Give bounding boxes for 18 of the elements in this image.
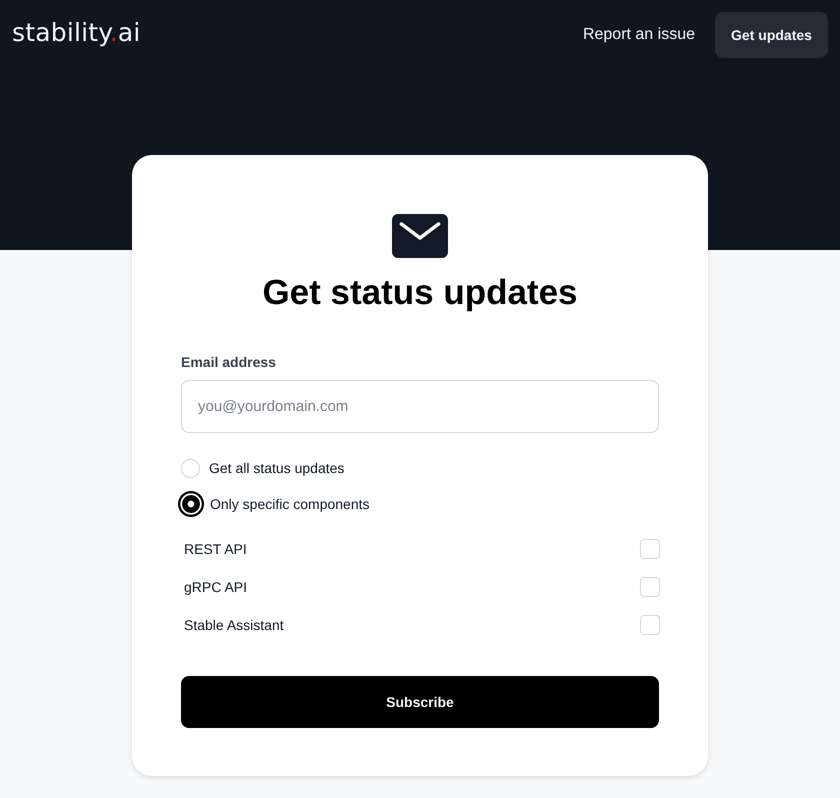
checkbox[interactable] [640,615,660,635]
radio-label: Get all status updates [209,459,344,478]
logo[interactable]: stability.ai [12,17,141,49]
component-label: Stable Assistant [184,616,284,635]
subscribe-button[interactable]: Subscribe [181,676,659,728]
component-label: REST API [184,540,247,559]
email-field[interactable]: you@yourdomain.com [181,380,659,433]
email-label: Email address [181,353,277,372]
component-label: gRPC API [184,578,248,597]
checkbox[interactable] [640,577,660,597]
envelope-icon [392,214,448,258]
radio-button[interactable] [178,491,204,517]
get-updates-button[interactable]: Get updates [715,12,828,58]
report-issue-link[interactable]: Report an issue [582,25,695,45]
radio-label: Only specific components [210,495,370,514]
form-title: Get status updates [261,273,579,313]
checkbox[interactable] [640,539,660,559]
radio-button[interactable] [181,458,200,478]
